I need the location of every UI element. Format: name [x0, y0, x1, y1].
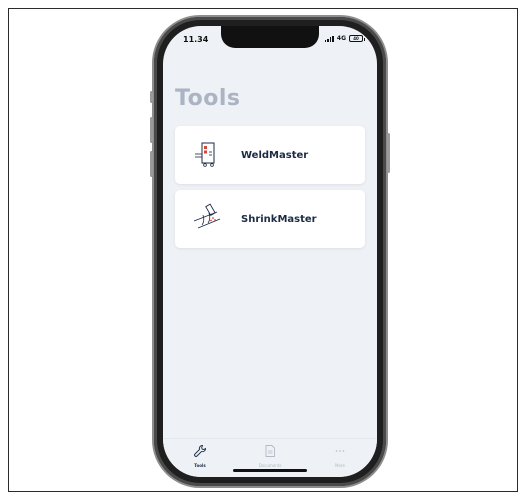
tab-tools[interactable]: Tools — [175, 443, 225, 468]
wrench-icon — [194, 445, 206, 457]
silent-switch — [150, 91, 153, 103]
tool-card-weldmaster[interactable]: WeldMaster — [175, 126, 365, 184]
volume-up-button — [150, 117, 153, 143]
battery-level: 40 — [353, 36, 359, 41]
tool-name: WeldMaster — [241, 149, 309, 161]
status-time: 11.34 — [183, 35, 209, 44]
tab-documents[interactable]: Documents — [245, 443, 295, 468]
volume-down-button — [150, 151, 153, 177]
tool-name: ShrinkMaster — [241, 213, 317, 225]
document-icon — [265, 445, 275, 457]
weld-machine-icon — [185, 133, 229, 177]
status-indicators: 4G 40 — [324, 35, 365, 42]
power-button — [387, 133, 390, 173]
home-indicator[interactable] — [233, 469, 307, 472]
tab-label: More — [335, 463, 345, 468]
phone-device: 11.34 4G 40 Tools WeldMaster ShrinkMaste… — [150, 17, 390, 486]
tab-more[interactable]: More — [315, 443, 365, 468]
app-screen: 11.34 4G 40 Tools WeldMaster ShrinkMaste… — [163, 26, 377, 477]
tab-label: Tools — [194, 463, 206, 468]
signal-icon — [324, 35, 334, 42]
network-label: 4G — [336, 35, 346, 42]
notch — [221, 26, 319, 48]
battery-icon: 40 — [349, 35, 365, 42]
more-dots-icon — [335, 450, 345, 452]
shrink-torch-icon — [185, 197, 229, 241]
page-title: Tools — [175, 86, 241, 111]
tab-label: Documents — [258, 463, 282, 468]
tool-card-shrinkmaster[interactable]: ShrinkMaster — [175, 190, 365, 248]
